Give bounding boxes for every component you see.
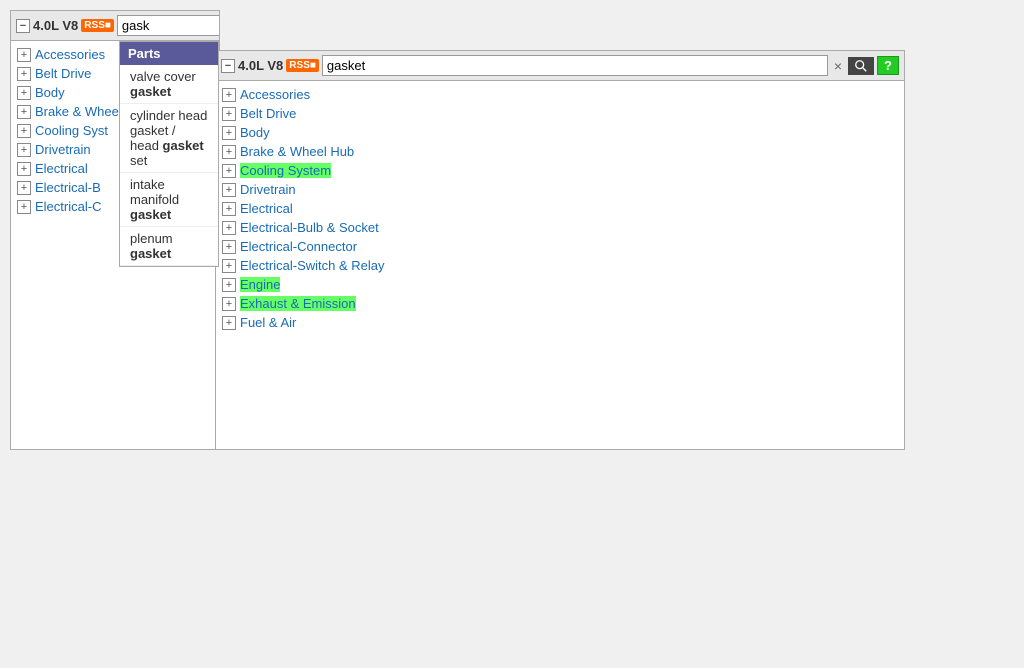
expand-icon[interactable]: +	[17, 48, 31, 62]
expand-icon[interactable]: +	[222, 221, 236, 235]
expand-icon[interactable]: +	[222, 240, 236, 254]
expand-icon[interactable]: +	[17, 181, 31, 195]
left-search-bar: − 4.0L V8 RSS■ × ?	[11, 11, 219, 41]
list-item[interactable]: + Body	[216, 123, 904, 142]
expand-icon[interactable]: +	[222, 164, 236, 178]
list-item[interactable]: + Drivetrain	[216, 180, 904, 199]
list-item[interactable]: + Electrical-Connector	[216, 237, 904, 256]
right-search-bar: − 4.0L V8 RSS■ × ?	[216, 51, 904, 81]
item-link[interactable]: Electrical-C	[35, 199, 101, 214]
list-item[interactable]: + Brake & Wheel Hub	[216, 142, 904, 161]
right-engine-minus: − 4.0L V8	[221, 58, 283, 73]
expand-icon[interactable]: +	[17, 200, 31, 214]
expand-icon[interactable]: +	[222, 88, 236, 102]
expand-icon[interactable]: +	[17, 67, 31, 81]
expand-icon[interactable]: +	[17, 86, 31, 100]
expand-icon[interactable]: +	[17, 162, 31, 176]
search-icon	[854, 59, 868, 73]
right-panel: − 4.0L V8 RSS■ × ? + Accessories	[215, 50, 905, 450]
right-engine-label: 4.0L V8	[238, 58, 283, 73]
item-link[interactable]: Brake & Whee	[35, 104, 119, 119]
item-link[interactable]: Cooling Syst	[35, 123, 108, 138]
item-link[interactable]: Electrical-Connector	[240, 239, 357, 254]
item-link-highlighted[interactable]: Engine	[240, 277, 280, 292]
expand-icon[interactable]: +	[17, 143, 31, 157]
item-link[interactable]: Electrical-B	[35, 180, 101, 195]
autocomplete-item[interactable]: plenum gasket	[120, 227, 218, 266]
list-item[interactable]: + Electrical-Bulb & Socket	[216, 218, 904, 237]
expand-icon[interactable]: +	[222, 297, 236, 311]
right-help-button[interactable]: ?	[877, 56, 899, 75]
expand-icon[interactable]: +	[17, 124, 31, 138]
minus-icon[interactable]: −	[16, 19, 30, 33]
item-link[interactable]: Drivetrain	[35, 142, 91, 157]
item-link[interactable]: Body	[35, 85, 65, 100]
expand-icon[interactable]: +	[222, 183, 236, 197]
item-link[interactable]: Accessories	[35, 47, 105, 62]
item-link[interactable]: Accessories	[240, 87, 310, 102]
expand-icon[interactable]: +	[222, 316, 236, 330]
expand-icon[interactable]: +	[222, 145, 236, 159]
expand-icon[interactable]: +	[222, 126, 236, 140]
list-item[interactable]: + Engine	[216, 275, 904, 294]
list-item[interactable]: + Accessories	[216, 85, 904, 104]
item-link[interactable]: Drivetrain	[240, 182, 296, 197]
right-tree-list: + Accessories + Belt Drive + Body + Brak…	[216, 81, 904, 336]
left-engine-minus: − 4.0L V8	[16, 18, 78, 33]
expand-icon[interactable]: +	[222, 202, 236, 216]
autocomplete-item[interactable]: intake manifold gasket	[120, 173, 218, 227]
list-item[interactable]: + Electrical	[216, 199, 904, 218]
item-link[interactable]: Electrical	[240, 201, 293, 216]
expand-icon[interactable]: +	[17, 105, 31, 119]
item-link[interactable]: Belt Drive	[35, 66, 91, 81]
list-item[interactable]: + Cooling System	[216, 161, 904, 180]
left-rss-badge: RSS■	[81, 19, 114, 32]
left-engine-label: 4.0L V8	[33, 18, 78, 33]
autocomplete-header: Parts	[120, 42, 218, 65]
item-link[interactable]: Belt Drive	[240, 106, 296, 121]
list-item[interactable]: + Electrical-Switch & Relay	[216, 256, 904, 275]
item-link[interactable]: Electrical	[35, 161, 88, 176]
autocomplete-dropdown: Parts valve cover gasket cylinder head g…	[119, 41, 219, 267]
minus-icon[interactable]: −	[221, 59, 235, 73]
item-link[interactable]: Fuel & Air	[240, 315, 296, 330]
item-link[interactable]: Electrical-Bulb & Socket	[240, 220, 379, 235]
item-link-highlighted[interactable]: Exhaust & Emission	[240, 296, 356, 311]
list-item[interactable]: + Belt Drive	[216, 104, 904, 123]
expand-icon[interactable]: +	[222, 278, 236, 292]
right-search-input[interactable]	[322, 55, 828, 76]
item-link-highlighted[interactable]: Cooling System	[240, 163, 331, 178]
list-item[interactable]: + Exhaust & Emission	[216, 294, 904, 313]
left-search-input[interactable]	[117, 15, 220, 36]
right-rss-badge: RSS■	[286, 59, 319, 72]
right-clear-button[interactable]: ×	[831, 58, 845, 74]
item-link[interactable]: Body	[240, 125, 270, 140]
item-link[interactable]: Electrical-Switch & Relay	[240, 258, 385, 273]
autocomplete-item[interactable]: cylinder head gasket / head gasket set	[120, 104, 218, 173]
list-item[interactable]: + Fuel & Air	[216, 313, 904, 332]
autocomplete-item[interactable]: valve cover gasket	[120, 65, 218, 104]
item-link[interactable]: Brake & Wheel Hub	[240, 144, 354, 159]
expand-icon[interactable]: +	[222, 107, 236, 121]
left-panel: − 4.0L V8 RSS■ × ? Parts valve cover gas…	[10, 10, 220, 450]
expand-icon[interactable]: +	[222, 259, 236, 273]
right-search-button[interactable]	[848, 57, 874, 75]
